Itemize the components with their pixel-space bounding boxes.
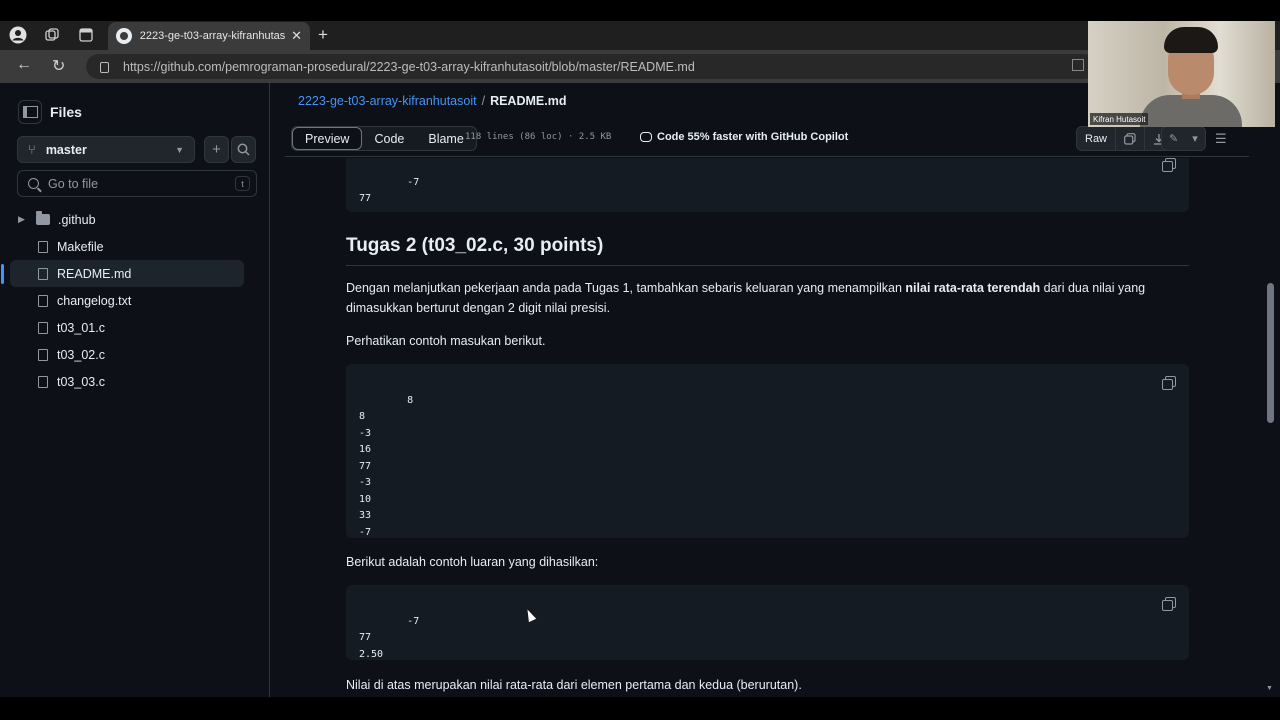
copy-icon[interactable] xyxy=(1162,597,1176,611)
tab-title: 2223-ge-t03-array-kifranhutasoit/ xyxy=(139,30,286,42)
bold-text: nilai rata-rata terendah xyxy=(905,281,1041,295)
lock-icon xyxy=(100,62,109,73)
tab-preview[interactable]: Preview xyxy=(292,127,363,150)
shortcut-key: t xyxy=(235,176,250,191)
tree-item-label: Makefile xyxy=(57,239,104,254)
go-to-file-input[interactable]: Go to file t xyxy=(17,170,257,197)
url-text: https://github.com/pemrograman-prosedura… xyxy=(123,59,695,74)
copilot-icon xyxy=(640,132,652,142)
branch-icon: ⑂ xyxy=(28,142,36,157)
tree-item-label: .github xyxy=(58,212,96,227)
section-heading: Tugas 2 (t03_02.c, 30 points) xyxy=(346,235,1189,266)
sidebar-title: Files xyxy=(50,104,82,120)
chevron-down-icon[interactable]: ▾ xyxy=(1185,127,1205,150)
tree-item-t03-01[interactable]: t03_01.c xyxy=(10,314,244,341)
raw-button[interactable]: Raw xyxy=(1077,127,1117,150)
vertical-tabs-icon[interactable] xyxy=(76,26,96,44)
paragraph-output-intro: Berikut adalah contoh luaran yang dihasi… xyxy=(346,555,599,569)
file-toolbar: Preview Code Blame 118 lines (86 loc) · … xyxy=(285,123,1249,157)
go-to-file-placeholder: Go to file xyxy=(48,176,99,191)
raw-actions-group: Raw xyxy=(1076,126,1175,151)
tree-item-t03-02[interactable]: t03_02.c xyxy=(10,341,244,368)
outline-list-icon[interactable]: ☰ xyxy=(1215,131,1227,147)
copilot-promo-text: Code 55% faster with GitHub Copilot xyxy=(657,131,849,143)
tree-item-changelog[interactable]: changelog.txt xyxy=(10,287,244,314)
breadcrumb-file: README.md xyxy=(490,94,567,108)
copy-icon[interactable] xyxy=(1162,376,1176,390)
tree-item-t03-03[interactable]: t03_03.c xyxy=(10,368,244,395)
breadcrumb: 2223-ge-t03-array-kifranhutasoit / READM… xyxy=(298,94,566,108)
code-block-top: -7 77 xyxy=(346,158,1189,212)
tree-item-label: README.md xyxy=(57,266,132,281)
code-block-output: -7 77 2.50 xyxy=(346,585,1189,660)
chevron-right-icon[interactable]: ▶ xyxy=(18,214,32,225)
folder-icon xyxy=(36,211,50,225)
copy-icon xyxy=(1124,132,1136,145)
person-shirt xyxy=(1140,95,1242,127)
paragraph-explanation: Nilai di atas merupakan nilai rata-rata … xyxy=(346,678,802,692)
collapse-sidebar-icon[interactable] xyxy=(18,100,42,124)
edit-actions-group: ✎ ▾ xyxy=(1161,126,1206,151)
view-mode-segmented-control: Preview Code Blame xyxy=(291,126,477,151)
webcam-overlay: Kifran Hutasoit xyxy=(1088,21,1275,127)
copilot-promo-link[interactable]: Code 55% faster with GitHub Copilot xyxy=(640,131,848,143)
tree-item-github-folder[interactable]: ▶ .github xyxy=(10,206,244,233)
new-tab-button[interactable]: + xyxy=(318,25,328,45)
file-icon xyxy=(38,267,48,280)
file-icon xyxy=(38,375,48,388)
tree-item-label: changelog.txt xyxy=(57,293,132,308)
copy-raw-button[interactable] xyxy=(1116,127,1146,150)
address-bar[interactable]: https://github.com/pemrograman-prosedura… xyxy=(86,54,1096,79)
tab-code[interactable]: Code xyxy=(362,127,416,150)
active-browser-tab[interactable]: 2223-ge-t03-array-kifranhutasoit/ ✕ xyxy=(108,22,310,50)
code-block-input: 8 8 -3 16 77 -3 10 33 -7 xyxy=(346,364,1189,538)
search-icon xyxy=(28,178,39,189)
tree-item-label: t03_02.c xyxy=(57,347,105,362)
file-icon xyxy=(38,240,48,253)
paragraph-input-intro: Perhatikan contoh masukan berikut. xyxy=(346,334,546,348)
breadcrumb-repo-link[interactable]: 2223-ge-t03-array-kifranhutasoit xyxy=(298,94,477,108)
readme-article: -7 77 Tugas 2 (t03_02.c, 30 points) Deng… xyxy=(285,158,1249,697)
person-hair xyxy=(1164,27,1218,53)
app-available-icon[interactable] xyxy=(1072,59,1084,71)
file-icon xyxy=(38,294,48,307)
scroll-down-icon[interactable]: ▼ xyxy=(1266,685,1273,692)
github-icon xyxy=(116,28,132,44)
file-tree: ▶ .github Makefile README.md changelog.t… xyxy=(1,206,244,395)
bottom-black-band xyxy=(0,697,1280,720)
webcam-name-label: Kifran Hutasoit xyxy=(1090,113,1149,125)
edit-pencil-icon[interactable]: ✎ xyxy=(1162,127,1185,150)
tree-item-readme[interactable]: README.md xyxy=(1,260,244,287)
code-block-text: -7 77 xyxy=(359,176,420,205)
profile-icon[interactable] xyxy=(8,26,28,44)
paragraph-task-description: Dengan melanjutkan pekerjaan anda pada T… xyxy=(346,278,1189,318)
tree-item-makefile[interactable]: Makefile xyxy=(10,233,244,260)
refresh-icon[interactable]: ↻ xyxy=(52,56,65,76)
workspaces-icon[interactable] xyxy=(42,26,62,44)
branch-name: master xyxy=(45,142,87,157)
copy-icon[interactable] xyxy=(1162,158,1176,172)
tree-item-label: t03_03.c xyxy=(57,374,105,389)
paragraph-text: Dengan melanjutkan pekerjaan anda pada T… xyxy=(346,281,906,295)
close-tab-icon[interactable]: ✕ xyxy=(291,28,302,44)
search-icon xyxy=(237,143,250,156)
github-page: Files ⑂ master ▼ + Go to file t ▶ .githu… xyxy=(0,83,1280,697)
search-button[interactable] xyxy=(231,136,256,163)
file-icon xyxy=(38,348,48,361)
file-meta: 118 lines (86 loc) · 2.5 KB xyxy=(465,132,612,142)
scrollbar-thumb[interactable] xyxy=(1267,283,1274,423)
top-black-band xyxy=(0,0,1280,21)
back-arrow-icon[interactable]: ← xyxy=(16,56,32,74)
breadcrumb-separator: / xyxy=(481,94,486,108)
file-tree-sidebar: Files ⑂ master ▼ + Go to file t ▶ .githu… xyxy=(0,83,270,697)
chevron-down-icon: ▼ xyxy=(175,144,184,155)
code-block-text: -7 77 2.50 xyxy=(359,615,420,660)
tree-item-label: t03_01.c xyxy=(57,320,105,335)
add-file-button[interactable]: + xyxy=(204,136,229,163)
code-block-text: 8 8 -3 16 77 -3 10 33 -7 xyxy=(359,394,414,538)
branch-selector[interactable]: ⑂ master ▼ xyxy=(17,136,195,163)
file-icon xyxy=(38,321,48,334)
